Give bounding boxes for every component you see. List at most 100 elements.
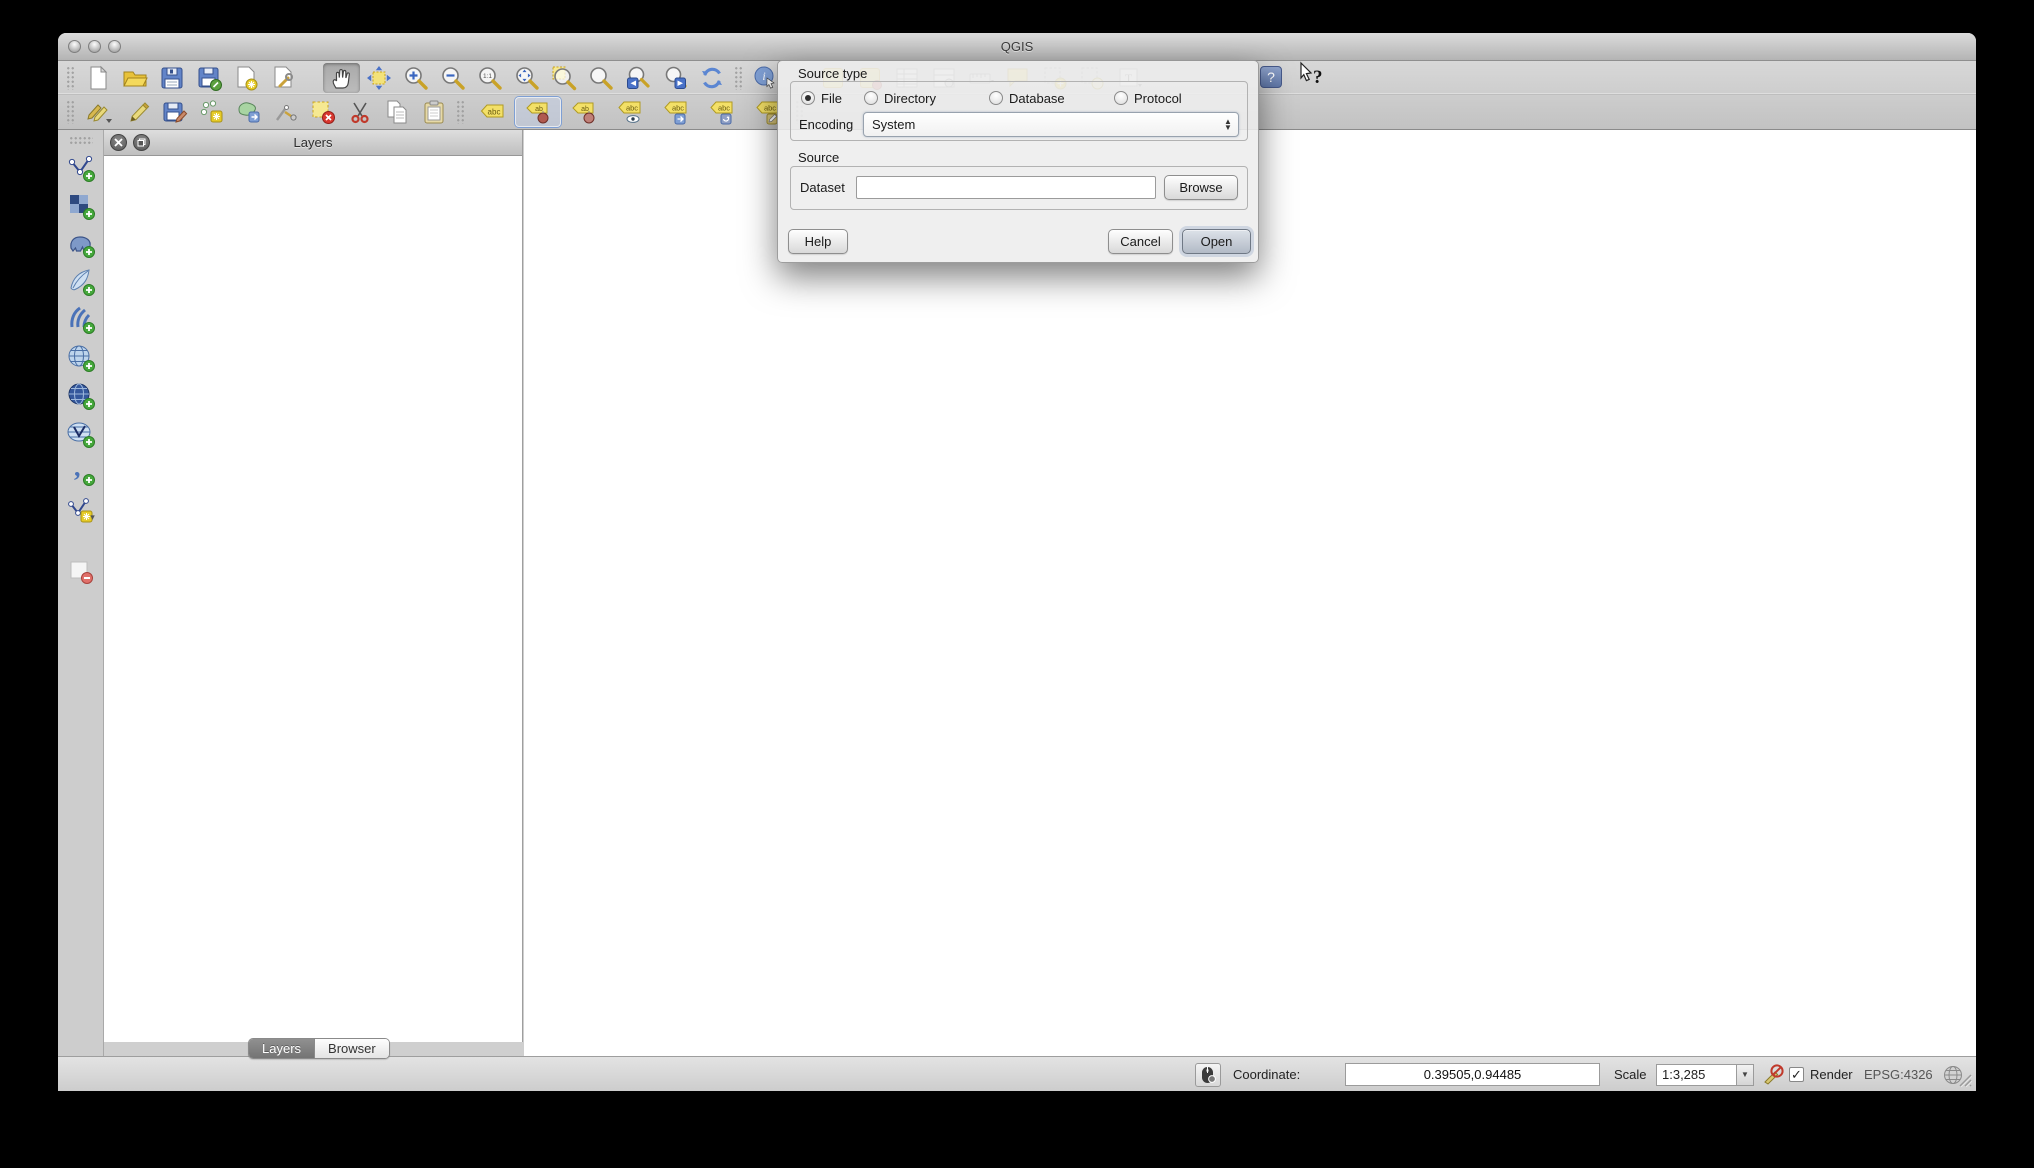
new-print-composer-button[interactable] xyxy=(227,63,264,93)
label-rotate-button[interactable]: abc xyxy=(699,97,745,127)
toggle-editing-button[interactable] xyxy=(119,97,156,127)
open-folder-icon xyxy=(122,71,148,86)
map-canvas[interactable] xyxy=(524,130,1976,1056)
zoom-in-button[interactable] xyxy=(397,63,434,93)
cursor-arrow-question-icon: ? xyxy=(1300,61,1323,88)
paste-features-button[interactable] xyxy=(415,97,452,127)
browse-button[interactable]: Browse xyxy=(1164,175,1238,200)
new-shapefile-layer-button[interactable]: ▾ xyxy=(63,493,99,527)
open-button[interactable]: Open xyxy=(1182,229,1251,254)
dataset-label: Dataset xyxy=(800,180,845,195)
mouse-tracking-toggle[interactable] xyxy=(1195,1057,1221,1092)
statusbar: Coordinate: Scale 1:3,285 ▼ ✓ Render EPS… xyxy=(58,1056,1976,1091)
zoom-out-button[interactable] xyxy=(434,63,471,93)
dataset-input[interactable] xyxy=(856,176,1156,199)
add-vector-layer-button[interactable] xyxy=(63,151,99,185)
add-feature-button[interactable] xyxy=(193,97,230,127)
add-vector-layer-icon xyxy=(68,155,95,182)
tab-layers[interactable]: Layers xyxy=(249,1039,315,1058)
current-edits-button[interactable] xyxy=(79,97,119,127)
help-contents-button[interactable]: ? xyxy=(1260,66,1282,88)
tab-browser[interactable]: Browser xyxy=(314,1039,389,1058)
scale-dropdown-arrow-icon[interactable]: ▼ xyxy=(1736,1064,1753,1085)
zoom-full-extent-button[interactable] xyxy=(508,63,545,93)
save-project-as-button[interactable] xyxy=(190,63,227,93)
add-spatialite-layer-icon xyxy=(69,269,95,296)
refresh-button[interactable] xyxy=(693,63,730,93)
panel-title: Layers xyxy=(293,135,333,150)
open-project-button[interactable] xyxy=(116,63,153,93)
svg-text:ab: ab xyxy=(581,106,589,113)
cancel-button[interactable]: Cancel xyxy=(1108,229,1173,254)
label-move-button[interactable]: abc xyxy=(653,97,699,127)
radio-directory[interactable]: Directory xyxy=(864,90,936,106)
toolbar-drag-handle[interactable] xyxy=(66,100,75,124)
svg-text:abc: abc xyxy=(488,108,501,117)
labeling-button[interactable]: abc xyxy=(469,97,515,127)
coordinate-input[interactable] xyxy=(1345,1063,1600,1086)
layers-panel: Layers xyxy=(104,130,523,1042)
radio-database[interactable]: Database xyxy=(989,90,1065,106)
toolbar-drag-handle[interactable] xyxy=(66,65,75,90)
label-show-hide-button[interactable]: abc xyxy=(607,97,653,127)
copy-features-button[interactable] xyxy=(378,97,415,127)
save-edits-button[interactable] xyxy=(156,97,193,127)
add-raster-layer-icon xyxy=(69,195,95,220)
render-checkbox[interactable]: ✓ xyxy=(1789,1057,1804,1092)
save-icon xyxy=(161,67,182,88)
scale-combo[interactable]: 1:3,285 ▼ xyxy=(1656,1057,1754,1092)
add-mssql-layer-button[interactable] xyxy=(63,303,99,337)
resize-grip-icon xyxy=(1959,1074,1973,1088)
pan-map-button[interactable] xyxy=(323,62,360,93)
save-project-button[interactable] xyxy=(153,63,190,93)
label-pin-icon: ab xyxy=(572,102,595,124)
layers-tree[interactable] xyxy=(104,156,522,1042)
dock-tabbar: Layers Browser xyxy=(248,1038,390,1059)
radio-file[interactable]: File xyxy=(801,90,842,106)
composer-manager-button[interactable] xyxy=(264,63,301,93)
cut-features-button[interactable] xyxy=(341,97,378,127)
add-wms-layer-button[interactable] xyxy=(63,341,99,375)
resize-grip[interactable] xyxy=(1954,1071,1973,1088)
toolbar-drag-handle[interactable] xyxy=(734,65,743,90)
node-tool-button[interactable] xyxy=(267,97,304,127)
help-button[interactable]: Help xyxy=(788,229,848,254)
svg-text:1:1: 1:1 xyxy=(482,73,491,80)
zoom-out-icon xyxy=(441,66,465,90)
add-postgis-layer-button[interactable] xyxy=(63,227,99,261)
stop-render-button[interactable] xyxy=(1761,1057,1785,1092)
toolbar-drag-handle[interactable] xyxy=(68,136,93,145)
encoding-value: System xyxy=(872,117,916,132)
toolbar-drag-handle[interactable] xyxy=(456,100,465,124)
add-mssql-layer-icon xyxy=(69,306,95,334)
delete-selected-button[interactable] xyxy=(304,97,341,127)
add-delimited-text-layer-button[interactable]: , xyxy=(63,455,99,489)
zoom-to-layer-button[interactable] xyxy=(582,63,619,93)
svg-text:,: , xyxy=(74,457,81,482)
whats-this-cursor: ? xyxy=(1296,61,1330,100)
zoom-to-selection-button[interactable] xyxy=(545,63,582,93)
zoom-next-button[interactable] xyxy=(656,63,693,93)
svg-text:i: i xyxy=(762,69,765,83)
dropdown-arrow-icon: ▾ xyxy=(90,511,95,522)
stepper-arrows-icon: ▲ ▼ xyxy=(1224,116,1232,132)
move-feature-button[interactable] xyxy=(230,97,267,127)
add-wfs-layer-button[interactable] xyxy=(63,417,99,451)
remove-layer-button[interactable] xyxy=(63,555,99,589)
add-wcs-layer-button[interactable] xyxy=(63,379,99,413)
zoom-selection-icon xyxy=(552,66,576,90)
encoding-combo[interactable]: System ▲ ▼ xyxy=(863,112,1239,137)
zoom-actual-size-button[interactable]: 1:1 xyxy=(471,63,508,93)
add-spatialite-layer-button[interactable] xyxy=(63,265,99,299)
label-pin-selected-button[interactable]: ab xyxy=(515,97,561,127)
radio-protocol[interactable]: Protocol xyxy=(1114,90,1182,106)
titlebar[interactable]: QGIS xyxy=(58,33,1976,61)
pan-to-selection-button[interactable] xyxy=(360,63,397,93)
add-postgis-layer-icon xyxy=(69,236,95,258)
add-delimited-text-icon: , xyxy=(74,457,95,486)
add-raster-layer-button[interactable] xyxy=(63,189,99,223)
layers-panel-header[interactable]: Layers xyxy=(104,130,522,156)
label-pin-button[interactable]: ab xyxy=(561,97,607,127)
zoom-last-button[interactable] xyxy=(619,63,656,93)
new-project-button[interactable] xyxy=(79,63,116,93)
